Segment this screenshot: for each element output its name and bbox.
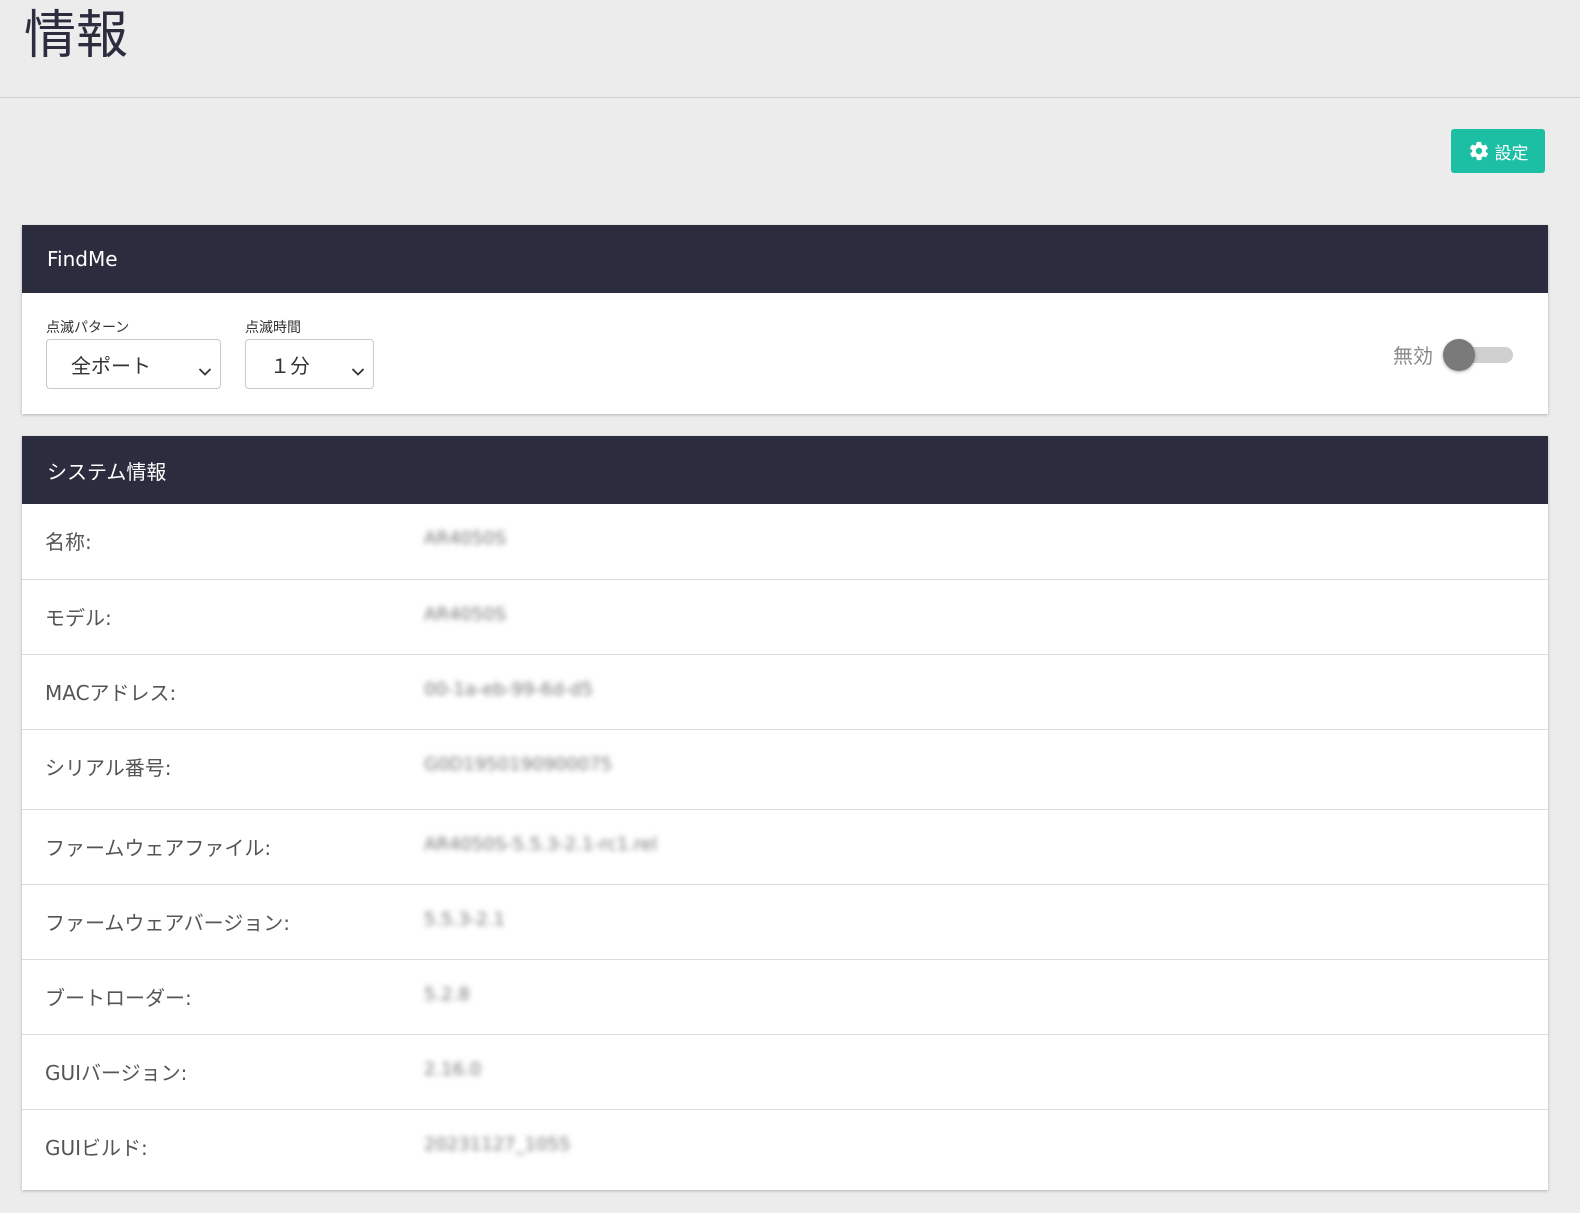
findme-toggle-label: 無効 — [1393, 344, 1433, 368]
blink-pattern-value: 全ポート — [71, 353, 151, 378]
system-info-panel: システム情報 名称: AR4050S モデル: AR4050S MACアドレス:… — [22, 436, 1548, 1190]
toggle-knob — [1443, 339, 1475, 371]
system-info-table: 名称: AR4050S モデル: AR4050S MACアドレス: 00-1a-… — [22, 504, 1548, 1184]
info-value: 00-1a-eb-99-6d-d5 — [424, 679, 594, 700]
info-row-bootloader: ブートローダー: 5.2.8 — [22, 959, 1548, 1034]
page-header: 情報 — [0, 0, 1580, 98]
system-info-panel-title: システム情報 — [22, 436, 1548, 504]
info-value: 5.5.3-2.1 — [424, 909, 505, 930]
blink-pattern-label: 点滅パターン — [46, 320, 130, 336]
info-value: AR4050S-5.5.3-2.1-rc1.rel — [424, 834, 658, 855]
findme-toggle[interactable] — [1443, 339, 1517, 371]
info-label: GUIビルド: — [45, 1136, 148, 1160]
info-value: 5.2.8 — [424, 984, 470, 1005]
info-row-gui-build: GUIビルド: 20231127_1055 — [22, 1109, 1548, 1184]
info-row-model: モデル: AR4050S — [22, 579, 1548, 654]
settings-button[interactable]: 設定 — [1451, 129, 1545, 173]
info-label: ファームウェアファイル: — [45, 836, 272, 860]
info-row-firmware-version: ファームウェアバージョン: 5.5.3-2.1 — [22, 884, 1548, 959]
info-label: GUIバージョン: — [45, 1061, 188, 1085]
blink-duration-label: 点滅時間 — [245, 320, 301, 336]
blink-pattern-select[interactable]: 全ポート — [46, 339, 221, 389]
info-value: 2.16.0 — [424, 1059, 482, 1080]
blink-duration-select[interactable]: １分 — [245, 339, 374, 389]
info-label: シリアル番号: — [45, 756, 172, 780]
info-row-gui-version: GUIバージョン: 2.16.0 — [22, 1034, 1548, 1109]
info-row-name: 名称: AR4050S — [22, 504, 1548, 579]
info-label: ファームウェアバージョン: — [45, 911, 290, 935]
info-value: AR4050S — [424, 604, 507, 625]
info-row-serial-number: シリアル番号: G0D1950190900075 — [22, 729, 1548, 809]
info-value: 20231127_1055 — [424, 1134, 571, 1155]
info-value: G0D1950190900075 — [424, 754, 613, 775]
findme-panel-body: 点滅パターン 全ポート 点滅時間 １分 無効 — [22, 293, 1548, 414]
info-label: MACアドレス: — [45, 681, 177, 705]
info-label: ブートローダー: — [45, 986, 192, 1010]
info-label: 名称: — [45, 530, 92, 554]
info-value: AR4050S — [424, 528, 507, 549]
info-label: モデル: — [45, 606, 112, 630]
page-title: 情報 — [24, 6, 129, 66]
chevron-down-icon — [351, 358, 365, 382]
findme-panel: FindMe 点滅パターン 全ポート 点滅時間 １分 無効 — [22, 225, 1548, 414]
info-row-firmware-file: ファームウェアファイル: AR4050S-5.5.3-2.1-rc1.rel — [22, 809, 1548, 884]
settings-button-label: 設定 — [1494, 143, 1529, 164]
blink-duration-value: １分 — [270, 353, 310, 378]
gear-icon — [1468, 140, 1490, 162]
findme-panel-title: FindMe — [22, 225, 1548, 293]
chevron-down-icon — [198, 358, 212, 382]
info-row-mac-address: MACアドレス: 00-1a-eb-99-6d-d5 — [22, 654, 1548, 729]
